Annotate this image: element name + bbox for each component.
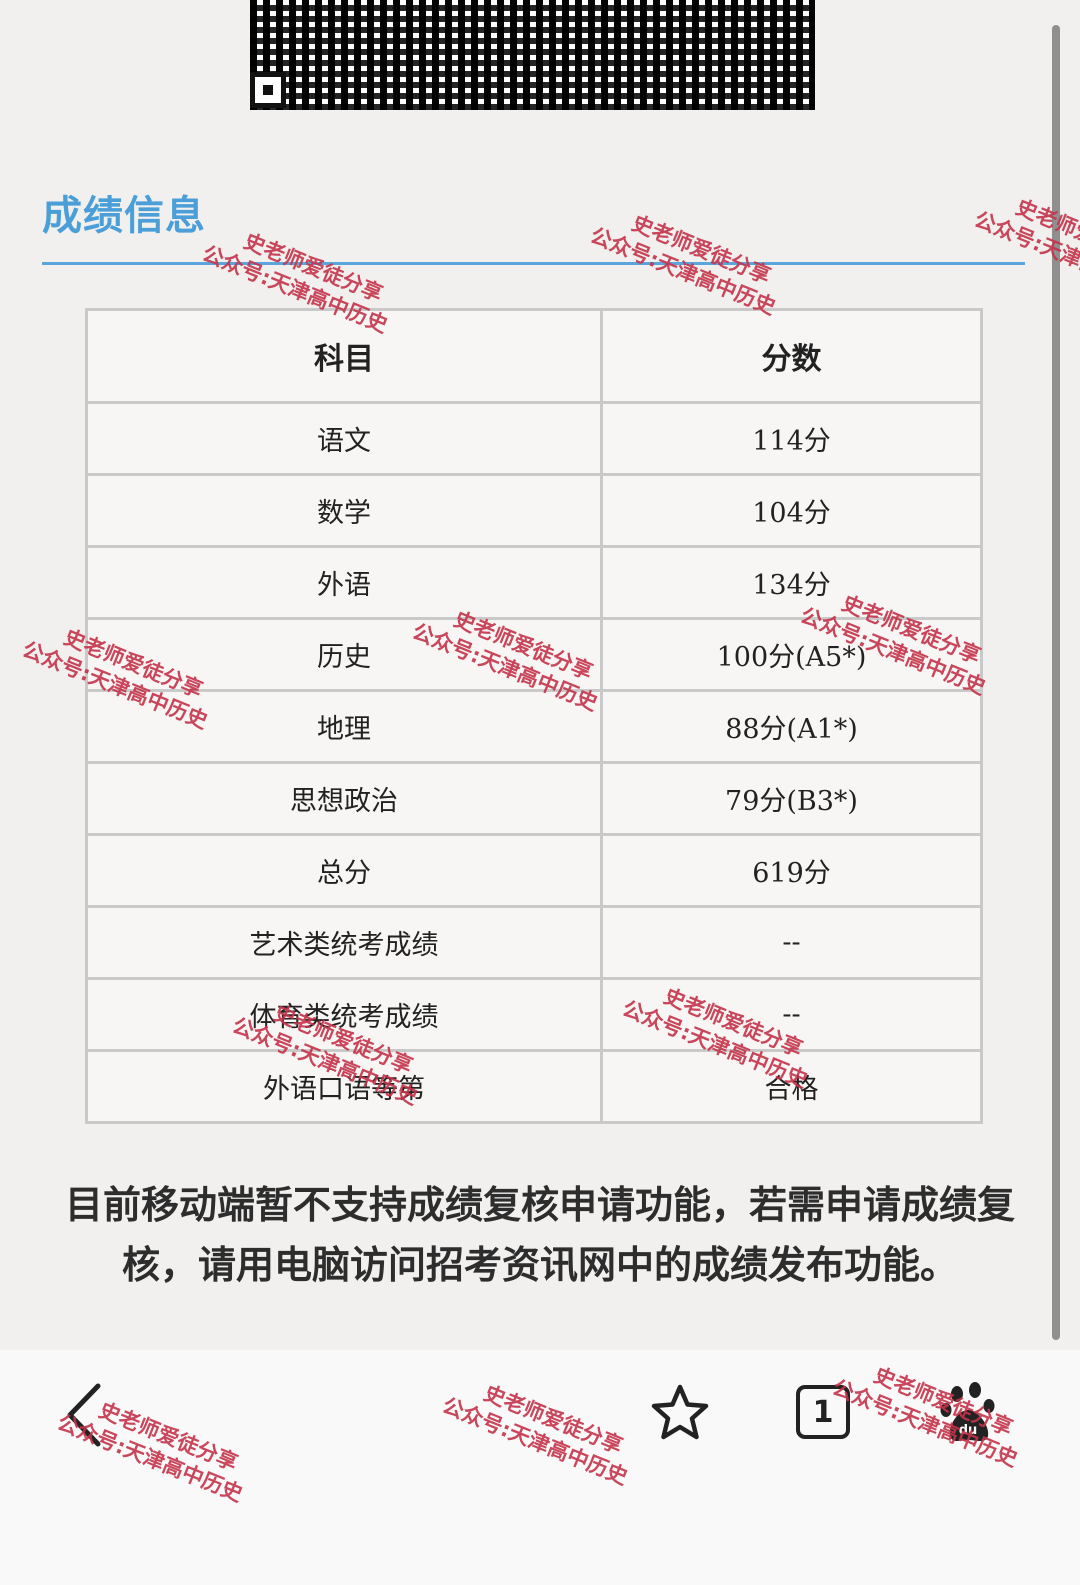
score-cell: 100分(A5*) bbox=[600, 617, 983, 692]
star-icon bbox=[651, 1384, 709, 1440]
baidu-paw-icon: du bbox=[940, 1382, 995, 1441]
score-cell: 619分 bbox=[600, 833, 983, 908]
table-row: 数学 104分 bbox=[85, 473, 983, 548]
table-row: 历史 100分(A5*) bbox=[85, 617, 983, 692]
table-row: 思想政治 79分(B3*) bbox=[85, 761, 983, 836]
section-title: 成绩信息 bbox=[42, 193, 206, 239]
table-row: 总分 619分 bbox=[85, 833, 983, 908]
table-row: 艺术类统考成绩 -- bbox=[85, 905, 983, 980]
score-cell: -- bbox=[600, 977, 983, 1052]
table-row: 地理 88分(A1*) bbox=[85, 689, 983, 764]
score-cell: 134分 bbox=[600, 545, 983, 620]
back-button[interactable] bbox=[60, 1380, 120, 1450]
scrollbar[interactable] bbox=[1052, 25, 1060, 1340]
header-subject: 科目 bbox=[85, 308, 603, 404]
subject-cell: 地理 bbox=[85, 689, 603, 764]
score-cell: 合格 bbox=[600, 1049, 983, 1124]
header-score: 分数 bbox=[600, 308, 983, 404]
subject-cell: 外语 bbox=[85, 545, 603, 620]
table-row: 外语 134分 bbox=[85, 545, 983, 620]
subject-cell: 体育类统考成绩 bbox=[85, 977, 603, 1052]
svg-text:du: du bbox=[959, 1423, 978, 1438]
web-page: 成绩信息 科目 分数 语文 114分 数学 104分 外语 134分 历史 100分(A… bbox=[0, 0, 1080, 1350]
notice-text: 目前移动端暂不支持成绩复核申请功能，若需申请成绩复核，请用电脑访问招考资讯网中的… bbox=[64, 1183, 1015, 1287]
score-cell: 114分 bbox=[600, 401, 983, 476]
subject-cell: 外语口语等第 bbox=[85, 1049, 603, 1124]
qr-code bbox=[250, 0, 815, 110]
score-cell: 88分(A1*) bbox=[600, 689, 983, 764]
table-row: 体育类统考成绩 -- bbox=[85, 977, 983, 1052]
subject-cell: 历史 bbox=[85, 617, 603, 692]
subject-cell: 思想政治 bbox=[85, 761, 603, 836]
table-row: 语文 114分 bbox=[85, 401, 983, 476]
tab-count: 1 bbox=[812, 1394, 834, 1430]
score-table: 科目 分数 语文 114分 数学 104分 外语 134分 历史 100分(A5*) 地… bbox=[85, 308, 983, 1124]
subject-cell: 语文 bbox=[85, 401, 603, 476]
browser-toolbar bbox=[0, 1350, 1080, 1585]
favorite-button[interactable] bbox=[650, 1383, 710, 1443]
table-row: 外语口语等第 合格 bbox=[85, 1049, 983, 1124]
qr-finder-pattern bbox=[250, 72, 286, 108]
tabs-button[interactable]: 1 bbox=[796, 1385, 850, 1439]
score-cell: -- bbox=[600, 905, 983, 980]
chevron-left-icon bbox=[67, 1383, 101, 1447]
table-header-row: 科目 分数 bbox=[85, 308, 983, 404]
score-cell: 104分 bbox=[600, 473, 983, 548]
subject-cell: 数学 bbox=[85, 473, 603, 548]
baidu-button[interactable]: du bbox=[940, 1382, 1000, 1446]
subject-cell: 总分 bbox=[85, 833, 603, 908]
subject-cell: 艺术类统考成绩 bbox=[85, 905, 603, 980]
score-cell: 79分(B3*) bbox=[600, 761, 983, 836]
title-divider bbox=[42, 262, 1025, 265]
